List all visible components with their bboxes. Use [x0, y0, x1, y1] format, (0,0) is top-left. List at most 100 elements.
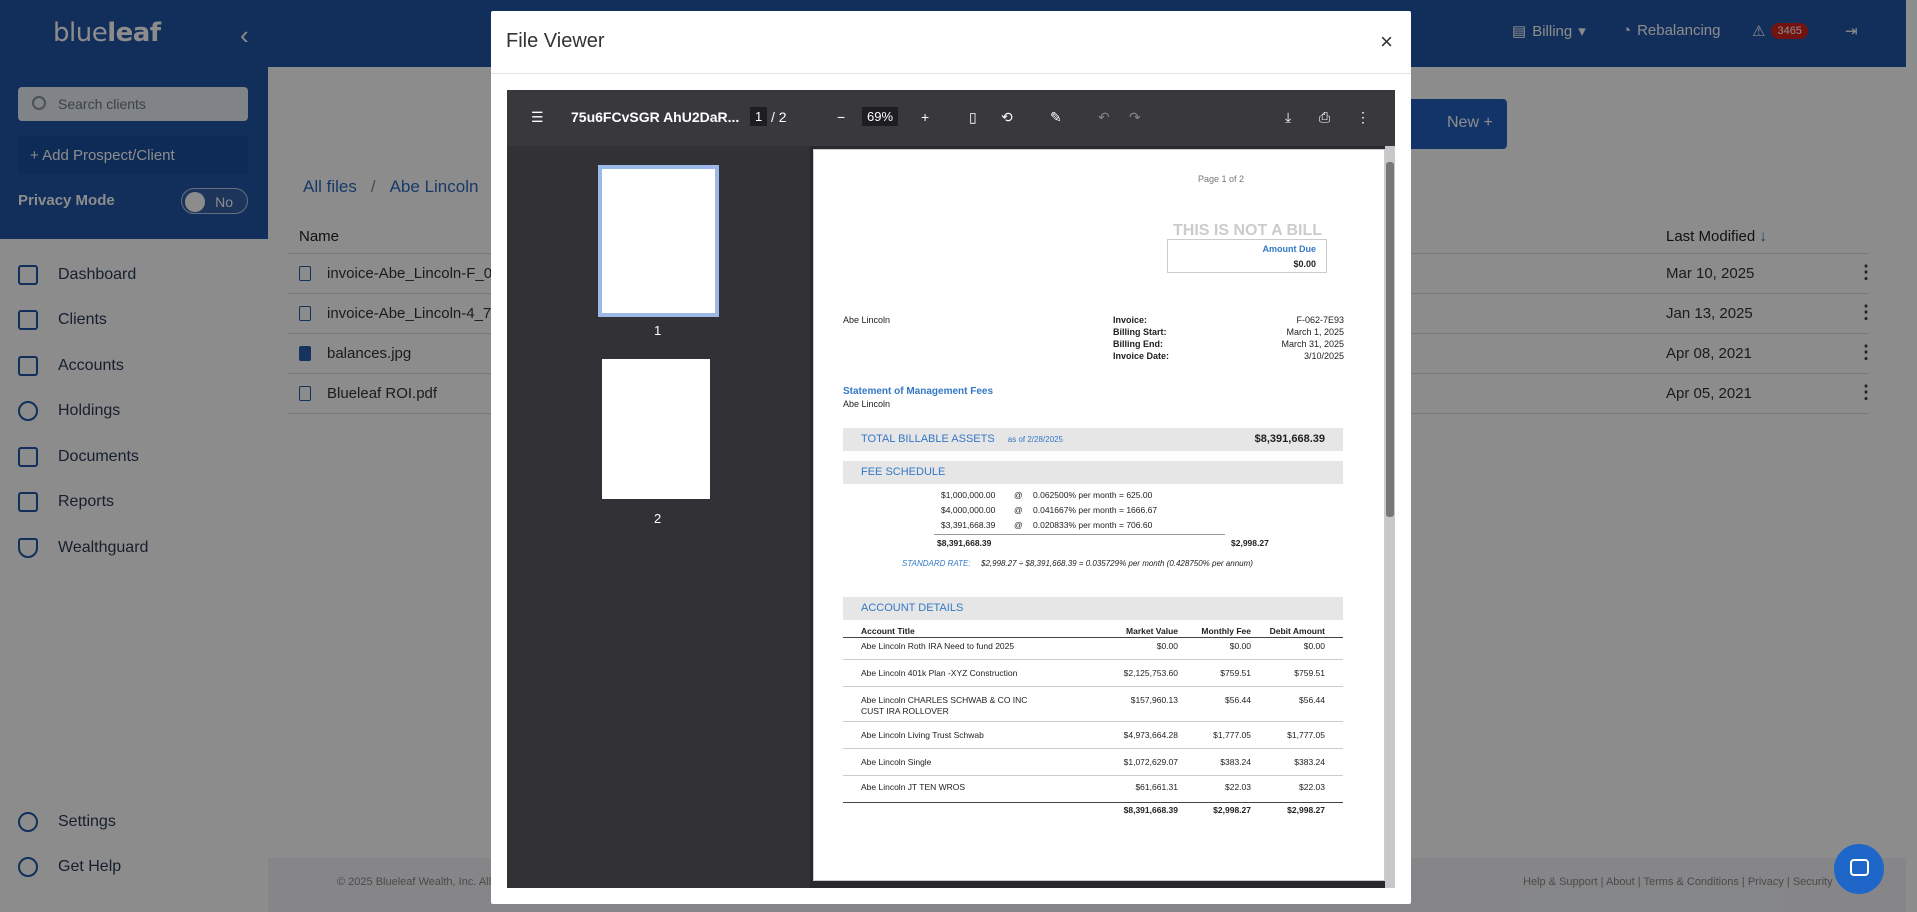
billing-end-value: March 31, 2025 — [1281, 339, 1344, 349]
page-scrollbar[interactable] — [1906, 0, 1917, 912]
acct-col-monthly-fee: Monthly Fee — [1201, 626, 1251, 636]
amount-due-label: Amount Due — [1262, 244, 1317, 254]
standard-rate-label: STANDARD RATE: — [902, 559, 971, 568]
acct-monthly-fee: $0.00 — [1229, 641, 1251, 651]
amount-due-box: Amount Due $0.00 — [1167, 239, 1327, 273]
billing-end-label: Billing End: — [1113, 339, 1163, 349]
fee-amount: $1,000,000.00 — [941, 490, 996, 500]
zoom-in-icon[interactable]: + — [921, 109, 929, 125]
download-icon[interactable]: ⤓ — [1285, 109, 1291, 126]
acct-col-market-value: Market Value — [1126, 626, 1178, 636]
acct-debit: $759.51 — [1294, 668, 1325, 678]
acct-title: Abe Lincoln Living Trust Schwab — [861, 730, 984, 740]
fee-rate: 0.062500% per month = 625.00 — [1033, 490, 1153, 500]
more-actions-icon[interactable]: ⋮ — [1356, 109, 1370, 126]
account-row: Abe Lincoln 401k Plan -XYZ Construction … — [843, 660, 1343, 687]
account-row: Abe Lincoln Single $1,072,629.07 $383.24… — [843, 749, 1343, 776]
page-thumbnail-2[interactable] — [602, 359, 710, 499]
redo-icon[interactable]: ↷ — [1129, 109, 1141, 126]
page-total: / 2 — [771, 109, 787, 125]
account-totals-row: $8,391,668.39 $2,998.27 $2,998.27 — [843, 803, 1343, 830]
chat-launcher-button[interactable] — [1834, 844, 1884, 894]
tba-asof: as of 2/28/2025 — [1007, 435, 1063, 444]
annotate-icon[interactable]: ✎ — [1050, 109, 1062, 126]
sidebar-toggle-icon[interactable]: ☰ — [531, 109, 544, 126]
acct-total-debit: $2,998.27 — [1287, 805, 1325, 815]
page-of-label: Page 1 of 2 — [1198, 174, 1245, 184]
acct-title: Abe Lincoln Roth IRA Need to fund 2025 — [861, 641, 1015, 651]
modal-title: File Viewer — [506, 30, 605, 52]
file-viewer-modal: File Viewer × ☰ 75u6FCvSGR AhU2DaR... 1 … — [491, 11, 1411, 904]
acct-total-market-value: $8,391,668.39 — [1123, 805, 1178, 815]
statement-client: Abe Lincoln — [843, 399, 891, 409]
fee-at: @ — [1014, 505, 1023, 515]
pdf-scrollbar[interactable] — [1385, 146, 1395, 888]
chat-icon — [1850, 859, 1869, 876]
acct-debit: $1,777.05 — [1287, 730, 1325, 740]
acct-col-debit: Debit Amount — [1269, 626, 1325, 636]
client-name: Abe Lincoln — [843, 315, 891, 325]
acct-market-value: $0.00 — [1156, 641, 1178, 651]
acct-title: Abe Lincoln JT TEN WROS — [861, 782, 966, 792]
invoice-label: Invoice: — [1113, 315, 1148, 325]
thumbnail-panel: 1 2 — [507, 146, 810, 888]
account-table-header: Account Title Market Value Monthly Fee D… — [843, 623, 1343, 638]
acct-debit: $0.00 — [1303, 641, 1325, 651]
acct-market-value: $1,072,629.07 — [1123, 757, 1178, 767]
pdf-filename: 75u6FCvSGR AhU2DaR... — [571, 109, 740, 125]
acct-title: Abe Lincoln 401k Plan -XYZ Construction — [861, 668, 1018, 678]
close-icon[interactable]: × — [1380, 29, 1393, 55]
fee-total-assets: $8,391,668.39 — [937, 538, 992, 548]
billing-start-label: Billing Start: — [1113, 327, 1167, 337]
acct-debit: $22.03 — [1299, 782, 1325, 792]
invoice-date-label: Invoice Date: — [1113, 351, 1170, 361]
pdf-toolbar: ☰ 75u6FCvSGR AhU2DaR... 1 / 2 − 69% + ▯ … — [507, 90, 1395, 146]
amount-due-value: $0.00 — [1293, 259, 1316, 269]
tba-label: TOTAL BILLABLE ASSETS — [861, 433, 995, 445]
thumbnail-label: 2 — [654, 511, 662, 526]
fee-schedule-band: FEE SCHEDULE — [843, 461, 1343, 484]
fee-amount: $4,000,000.00 — [941, 505, 996, 515]
acct-monthly-fee: $759.51 — [1220, 668, 1251, 678]
invoice-date-value: 3/10/2025 — [1303, 351, 1344, 361]
not-a-bill-heading: THIS IS NOT A BILL — [1173, 222, 1323, 239]
acct-title-line2: CUST IRA ROLLOVER — [861, 706, 949, 716]
acct-monthly-fee: $56.44 — [1225, 695, 1251, 705]
pdf-page: Page 1 of 2 THIS IS NOT A BILL Amount Du… — [813, 149, 1385, 881]
acct-market-value: $2,125,753.60 — [1123, 668, 1178, 678]
fee-rate: 0.020833% per month = 706.60 — [1033, 520, 1153, 530]
fee-rate: 0.041667% per month = 1666.67 — [1033, 505, 1158, 515]
page-number-input[interactable]: 1 — [750, 107, 768, 126]
acct-market-value: $4,973,664.28 — [1123, 730, 1178, 740]
acct-title: Abe Lincoln Single — [861, 757, 932, 767]
page-thumbnail-1[interactable] — [598, 165, 719, 317]
zoom-input[interactable]: 69% — [862, 107, 899, 126]
statement-title: Statement of Management Fees — [843, 386, 994, 397]
fee-schedule-label: FEE SCHEDULE — [861, 466, 946, 478]
total-billable-assets-band: TOTAL BILLABLE ASSETS as of 2/28/2025 $8… — [843, 428, 1343, 451]
acct-debit: $383.24 — [1294, 757, 1325, 767]
acct-market-value: $157,960.13 — [1130, 695, 1178, 705]
fee-total-line — [934, 534, 1225, 535]
fit-page-icon[interactable]: ▯ — [969, 109, 977, 126]
account-row: Abe Lincoln CHARLES SCHWAB & CO INC CUST… — [843, 687, 1343, 722]
undo-icon[interactable]: ↶ — [1098, 109, 1110, 126]
acct-debit: $56.44 — [1299, 695, 1325, 705]
rotate-icon[interactable]: ⟲ — [1001, 109, 1013, 126]
acct-market-value: $61,661.31 — [1135, 782, 1178, 792]
acct-col-title: Account Title — [861, 626, 915, 636]
account-row: Abe Lincoln Living Trust Schwab $4,973,6… — [843, 722, 1343, 749]
fee-at: @ — [1014, 520, 1023, 530]
account-row: Abe Lincoln Roth IRA Need to fund 2025 $… — [843, 638, 1343, 660]
zoom-out-icon[interactable]: − — [837, 109, 845, 125]
billing-start-value: March 1, 2025 — [1286, 327, 1344, 337]
pdf-scrollbar-thumb[interactable] — [1386, 162, 1394, 517]
tba-value: $8,391,668.39 — [1254, 433, 1325, 445]
account-details-label: ACCOUNT DETAILS — [861, 602, 964, 614]
print-icon[interactable]: ⎙ — [1319, 109, 1330, 126]
fee-total: $2,998.27 — [1231, 538, 1269, 548]
invoice-value: F-062-7E93 — [1296, 315, 1344, 325]
acct-monthly-fee: $1,777.05 — [1213, 730, 1251, 740]
acct-monthly-fee: $383.24 — [1220, 757, 1251, 767]
modal-divider — [491, 73, 1411, 74]
